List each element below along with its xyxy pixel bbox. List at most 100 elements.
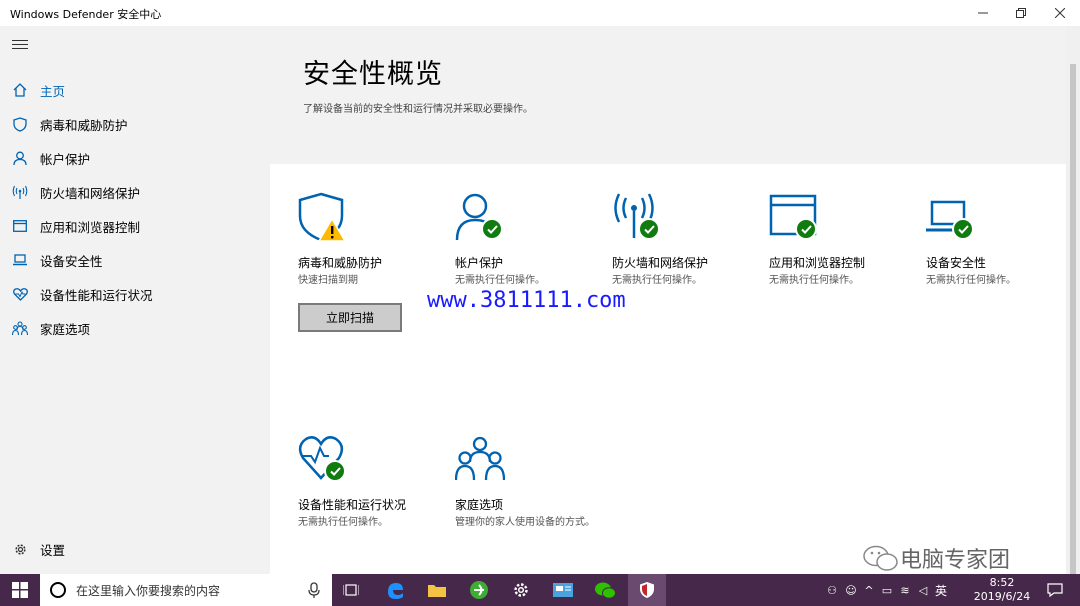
taskbar-browser[interactable] <box>460 574 498 606</box>
system-tray: ⚇ ☺ ^ ▭ ≋ ◁ 英 <box>822 574 950 606</box>
people-icon[interactable]: ⚇ <box>822 584 842 597</box>
card-title: 家庭选项 <box>455 498 504 512</box>
chevron-up-icon[interactable]: ^ <box>860 584 878 597</box>
hamburger-menu-icon[interactable] <box>12 40 28 52</box>
sidebar-item-label: 设备性能和运行状况 <box>40 287 153 303</box>
sidebar-item-firewall[interactable]: 防火墙和网络保护 <box>0 177 270 207</box>
card-desc: 无需执行任何操作。 <box>926 275 1016 286</box>
page-header: 安全性概览 了解设备当前的安全性和运行情况并采取必要操作。 <box>270 26 1066 164</box>
family-icon <box>12 320 28 336</box>
card-title: 防火墙和网络保护 <box>612 256 709 270</box>
360-browser-icon <box>470 581 488 599</box>
close-icon <box>1055 8 1065 18</box>
window-title: Windows Defender 安全中心 <box>10 8 162 21</box>
restore-button[interactable] <box>1004 0 1038 26</box>
sidebar-item-label: 帐户保护 <box>40 151 91 167</box>
settings-label: 设置 <box>40 542 66 558</box>
page-subtitle: 了解设备当前的安全性和运行情况并采取必要操作。 <box>303 104 533 115</box>
wifi-icon[interactable]: ≋ <box>896 584 914 597</box>
check-badge-icon <box>481 218 503 240</box>
folder-icon <box>428 585 446 597</box>
clock-date: 2019/6/24 <box>973 590 1031 603</box>
quick-scan-button[interactable]: 立即扫描 <box>298 303 402 332</box>
heart-icon <box>12 286 28 302</box>
family-icon <box>454 434 515 490</box>
wechat-watermark: 电脑专家团 <box>862 542 1010 574</box>
app-card-icon <box>553 583 573 597</box>
check-badge-icon <box>952 218 974 240</box>
card-account-protection[interactable]: 帐户保护 无需执行任何操作。 <box>455 192 605 288</box>
sidebar-item-device-security[interactable]: 设备安全性 <box>0 245 270 275</box>
sidebar-item-virus-protection[interactable]: 病毒和威胁防护 <box>0 109 270 139</box>
card-device-security[interactable]: 设备安全性 无需执行任何操作。 <box>926 192 1076 288</box>
taskbar-defender-active[interactable] <box>628 574 666 606</box>
heart-icon <box>298 434 358 490</box>
taskbar-app[interactable] <box>544 574 582 606</box>
card-desc: 无需执行任何操作。 <box>455 275 545 286</box>
microphone-icon <box>308 582 320 598</box>
card-desc: 快速扫描到期 <box>298 275 358 286</box>
person-icon <box>12 150 28 166</box>
task-view-button[interactable] <box>334 574 368 606</box>
action-center-button[interactable] <box>1040 574 1070 606</box>
wifi-antenna-icon <box>612 192 672 248</box>
sidebar-item-app-browser[interactable]: 应用和浏览器控制 <box>0 211 270 241</box>
search-placeholder: 在这里输入你要搜索的内容 <box>76 583 221 598</box>
minimize-icon <box>978 12 988 14</box>
sidebar-item-label: 家庭选项 <box>40 321 91 337</box>
scrollbar[interactable] <box>1066 26 1080 584</box>
sidebar-item-settings[interactable]: 设置 <box>0 534 270 564</box>
notification-icon <box>1047 583 1063 597</box>
clock-time: 8:52 <box>989 576 1015 589</box>
laptop-icon <box>12 252 28 268</box>
sidebar: 主页 病毒和威胁防护 帐户保护 防火墙和网络保护 应用和浏览器控制 设备安全性 <box>0 26 270 574</box>
taskbar-file-explorer[interactable] <box>418 574 456 606</box>
sidebar-item-label: 应用和浏览器控制 <box>40 219 141 235</box>
volume-icon[interactable]: ◁ <box>914 584 932 597</box>
wechat-icon <box>595 582 616 599</box>
check-badge-icon <box>795 218 817 240</box>
laptop-icon <box>926 192 986 248</box>
card-title: 应用和浏览器控制 <box>769 256 866 270</box>
wechat-icon <box>863 545 898 571</box>
card-firewall[interactable]: 防火墙和网络保护 无需执行任何操作。 <box>612 192 762 288</box>
app-window-icon <box>769 192 829 248</box>
sidebar-item-label: 防火墙和网络保护 <box>40 185 141 201</box>
card-title: 病毒和威胁防护 <box>298 256 383 270</box>
sidebar-item-home[interactable]: 主页 <box>0 75 270 105</box>
app-window-icon <box>12 218 28 234</box>
ime-indicator[interactable]: 英 <box>932 582 950 599</box>
card-device-health[interactable]: 设备性能和运行状况 无需执行任何操作。 <box>298 434 448 530</box>
clock[interactable]: 8:52 2019/6/24 <box>970 574 1034 606</box>
battery-icon[interactable]: ▭ <box>878 584 896 597</box>
taskbar-edge[interactable] <box>376 574 414 606</box>
start-button[interactable] <box>0 574 40 606</box>
task-view-icon <box>343 584 359 596</box>
card-family-options[interactable]: 家庭选项 管理你的家人使用设备的方式。 <box>454 434 595 530</box>
close-button[interactable] <box>1043 0 1077 26</box>
overview-content: 病毒和威胁防护 快速扫描到期 立即扫描 帐户保护 无需执行任何操作。 防火墙和网… <box>270 164 1066 574</box>
sidebar-item-label: 主页 <box>40 83 66 99</box>
person-icon <box>455 192 515 248</box>
minimize-button[interactable] <box>966 0 1000 26</box>
edge-browser-icon <box>388 583 403 599</box>
restore-icon <box>1016 8 1026 18</box>
card-app-browser[interactable]: 应用和浏览器控制 无需执行任何操作。 <box>769 192 919 288</box>
card-desc: 无需执行任何操作。 <box>612 275 702 286</box>
taskbar-search-input[interactable]: 在这里输入你要搜索的内容 <box>40 574 332 606</box>
check-badge-icon <box>638 218 660 240</box>
card-virus-protection[interactable]: 病毒和威胁防护 快速扫描到期 <box>298 192 448 288</box>
sidebar-item-device-health[interactable]: 设备性能和运行状况 <box>0 279 270 309</box>
shield-icon <box>298 192 358 248</box>
taskbar-settings[interactable] <box>502 574 540 606</box>
scrollbar-thumb[interactable] <box>1070 64 1076 584</box>
card-desc: 管理你的家人使用设备的方式。 <box>455 517 595 528</box>
sidebar-item-account[interactable]: 帐户保护 <box>0 143 270 173</box>
qq-icon[interactable]: ☺ <box>842 584 860 597</box>
wechat-account-name: 电脑专家团 <box>900 548 1011 573</box>
watermark-url: www.3811111.com <box>427 288 626 313</box>
taskbar-wechat[interactable] <box>586 574 624 606</box>
gear-icon <box>12 541 28 557</box>
card-desc: 无需执行任何操作。 <box>769 275 859 286</box>
sidebar-item-family[interactable]: 家庭选项 <box>0 313 270 343</box>
